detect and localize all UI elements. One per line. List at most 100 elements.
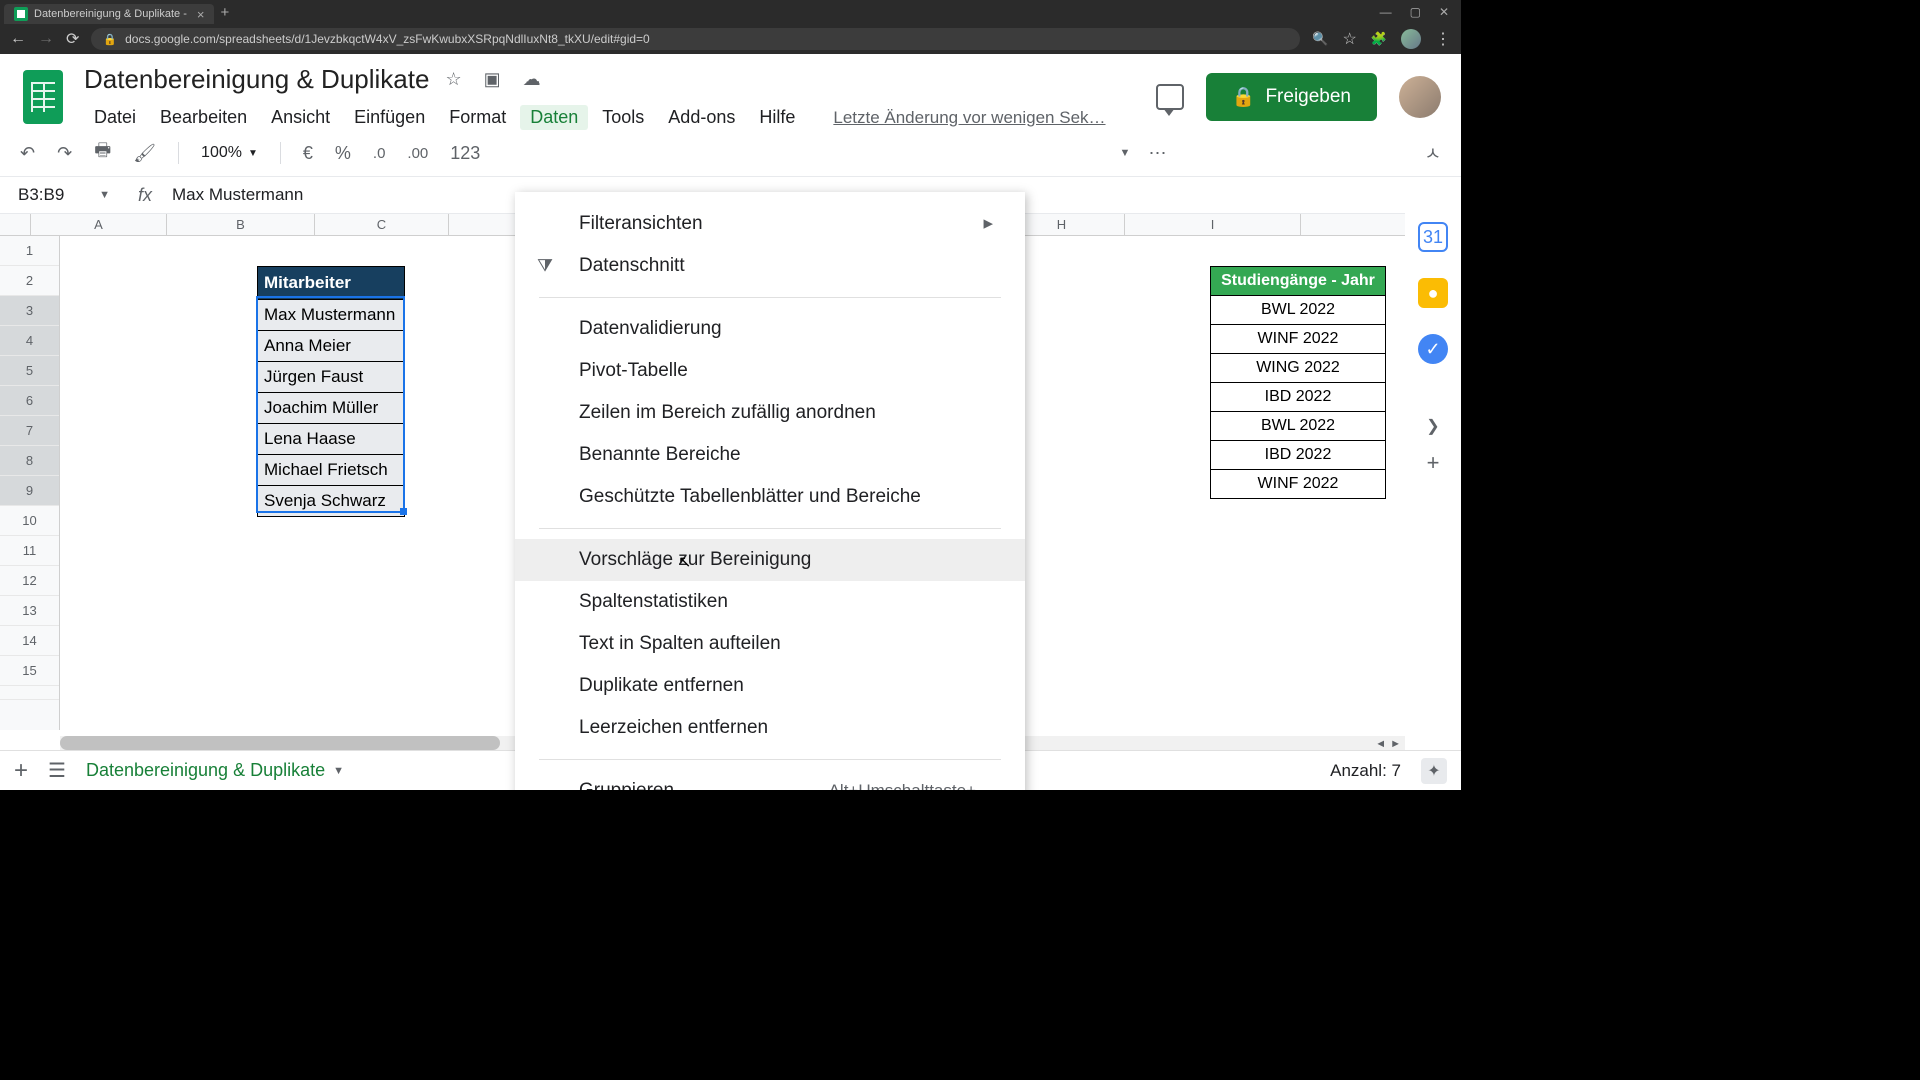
close-window-icon[interactable]: ✕ (1439, 5, 1449, 19)
add-sheet-icon[interactable]: + (14, 757, 28, 785)
namebox-dropdown-icon[interactable]: ▼ (99, 189, 110, 201)
row-header-5[interactable]: 5 (0, 356, 59, 386)
account-avatar[interactable] (1399, 76, 1441, 118)
collapse-toolbar-icon[interactable]: ㅅ (1424, 140, 1441, 166)
study-cell[interactable]: IBD 2022 (1211, 440, 1385, 469)
menu-item-zeilen-im-bereich-zufällig-anordnen[interactable]: Zeilen im Bereich zufällig anordnen (515, 392, 1025, 434)
employee-cell[interactable]: Lena Haase (258, 423, 404, 454)
document-title[interactable]: Datenbereinigung & Duplikate (84, 64, 429, 95)
star-icon[interactable]: ☆ (445, 69, 461, 90)
paint-format-icon[interactable]: 🖌 (133, 143, 156, 164)
row-header-14[interactable]: 14 (0, 626, 59, 656)
menu-format[interactable]: Format (439, 105, 516, 130)
employee-cell[interactable]: Joachim Müller (258, 392, 404, 423)
print-icon[interactable]: 🖶 (94, 138, 111, 168)
row-header-3[interactable]: 3 (0, 296, 59, 326)
scroll-left-icon[interactable]: ◄ (1375, 738, 1386, 750)
menu-daten[interactable]: Daten (520, 105, 588, 130)
study-cell[interactable]: WINF 2022 (1211, 324, 1385, 353)
share-button[interactable]: 🔒 Freigeben (1206, 73, 1377, 121)
menu-bearbeiten[interactable]: Bearbeiten (150, 105, 257, 130)
all-sheets-icon[interactable]: ☰ (48, 758, 66, 783)
menu-item-vorschläge-zur-bereinigung[interactable]: Vorschläge zur Bereinigung (515, 539, 1025, 581)
menu-ansicht[interactable]: Ansicht (261, 105, 340, 130)
menu-datei[interactable]: Datei (84, 105, 146, 130)
minimize-icon[interactable]: — (1380, 5, 1392, 19)
decrease-decimals-button[interactable]: .0 (373, 145, 386, 162)
forward-icon[interactable]: → (38, 30, 54, 48)
row-header-9[interactable]: 9 (0, 476, 59, 506)
increase-decimals-button[interactable]: .00 (407, 145, 428, 162)
add-addon-icon[interactable]: + (1427, 450, 1440, 476)
redo-icon[interactable]: ↷ (57, 143, 72, 164)
menu-item-geschützte-tabellenblätter-und-bereiche[interactable]: Geschützte Tabellenblätter und Bereiche (515, 476, 1025, 518)
row-header-7[interactable]: 7 (0, 416, 59, 446)
menu-item-datenvalidierung[interactable]: Datenvalidierung (515, 308, 1025, 350)
zoom-select[interactable]: 100%▼ (201, 144, 258, 162)
row-header-15[interactable]: 15 (0, 656, 59, 686)
url-field[interactable]: 🔒 docs.google.com/spreadsheets/d/1Jevzbk… (91, 28, 1300, 50)
move-icon[interactable]: ▣ (484, 69, 501, 90)
col-header-A[interactable]: A (31, 214, 167, 235)
sheet-tab[interactable]: Datenbereinigung & Duplikate ▼ (86, 760, 344, 781)
study-cell[interactable]: BWL 2022 (1211, 411, 1385, 440)
employee-cell[interactable]: Jürgen Faust (258, 361, 404, 392)
menu-add-ons[interactable]: Add-ons (658, 105, 745, 130)
menu-einfügen[interactable]: Einfügen (344, 105, 435, 130)
browser-tab[interactable]: Datenbereinigung & Duplikate - × (4, 4, 214, 24)
sheet-tab-dropdown-icon[interactable]: ▼ (333, 765, 344, 777)
scroll-right-icon[interactable]: ► (1390, 738, 1401, 750)
study-cell[interactable]: BWL 2022 (1211, 295, 1385, 324)
new-tab-button[interactable]: + (220, 4, 229, 21)
side-collapse-icon[interactable]: ❯ (1426, 416, 1439, 436)
row-header-6[interactable]: 6 (0, 386, 59, 416)
employee-cell[interactable]: Svenja Schwarz (258, 485, 404, 516)
percent-button[interactable]: % (335, 143, 351, 164)
comments-icon[interactable] (1156, 84, 1184, 110)
browser-menu-icon[interactable]: ⋮ (1435, 29, 1451, 49)
menu-item-benannte-bereiche[interactable]: Benannte Bereiche (515, 434, 1025, 476)
menu-tools[interactable]: Tools (592, 105, 654, 130)
last-modified-link[interactable]: Letzte Änderung vor wenigen Sek… (823, 106, 1115, 130)
menu-item-gruppieren[interactable]: GruppierenAlt+Umschalttaste+→ (515, 770, 1025, 790)
more-formats-dropdown[interactable]: ▼ (1120, 147, 1131, 159)
toolbar-overflow-icon[interactable]: ⋯ (1148, 143, 1166, 164)
row-header-2[interactable]: 2 (0, 266, 59, 296)
formula-value[interactable]: Max Mustermann (172, 185, 303, 205)
menu-item-spaltenstatistiken[interactable]: Spaltenstatistiken (515, 581, 1025, 623)
col-header-B[interactable]: B (167, 214, 315, 235)
extensions-icon[interactable]: 🧩 (1371, 31, 1387, 47)
row-header-16[interactable] (0, 686, 59, 700)
row-header-12[interactable]: 12 (0, 566, 59, 596)
tasks-icon[interactable]: ✓ (1418, 334, 1448, 364)
close-tab-icon[interactable]: × (197, 7, 205, 22)
row-header-1[interactable]: 1 (0, 236, 59, 266)
employee-cell[interactable]: Max Mustermann (258, 299, 404, 330)
col-header-C[interactable]: C (315, 214, 449, 235)
currency-button[interactable]: € (303, 143, 313, 164)
maximize-icon[interactable]: ▢ (1410, 5, 1421, 19)
menu-item-pivot-tabelle[interactable]: Pivot-Tabelle (515, 350, 1025, 392)
row-header-4[interactable]: 4 (0, 326, 59, 356)
employee-cell[interactable]: Anna Meier (258, 330, 404, 361)
profile-avatar-small[interactable] (1401, 29, 1421, 49)
keep-icon[interactable]: ● (1418, 278, 1448, 308)
explore-icon[interactable]: ✦ (1421, 758, 1447, 784)
name-box[interactable]: B3:B9 ▼ (10, 183, 118, 207)
back-icon[interactable]: ← (10, 30, 26, 48)
study-cell[interactable]: WING 2022 (1211, 353, 1385, 382)
star-bookmark-icon[interactable]: ☆ (1342, 29, 1356, 49)
study-cell[interactable]: IBD 2022 (1211, 382, 1385, 411)
row-header-8[interactable]: 8 (0, 446, 59, 476)
menu-hilfe[interactable]: Hilfe (749, 105, 805, 130)
menu-item-filteransichten[interactable]: Filteransichten▸ (515, 202, 1025, 245)
calendar-icon[interactable]: 31 (1418, 222, 1448, 252)
number-format-button[interactable]: 123 (450, 143, 480, 164)
reload-icon[interactable]: ⟳ (66, 29, 79, 49)
sheets-logo[interactable] (20, 67, 66, 127)
menu-item-leerzeichen-entfernen[interactable]: Leerzeichen entfernen (515, 707, 1025, 749)
row-header-11[interactable]: 11 (0, 536, 59, 566)
select-all-corner[interactable] (0, 214, 31, 236)
study-cell[interactable]: WINF 2022 (1211, 469, 1385, 498)
employee-cell[interactable]: Michael Frietsch (258, 454, 404, 485)
